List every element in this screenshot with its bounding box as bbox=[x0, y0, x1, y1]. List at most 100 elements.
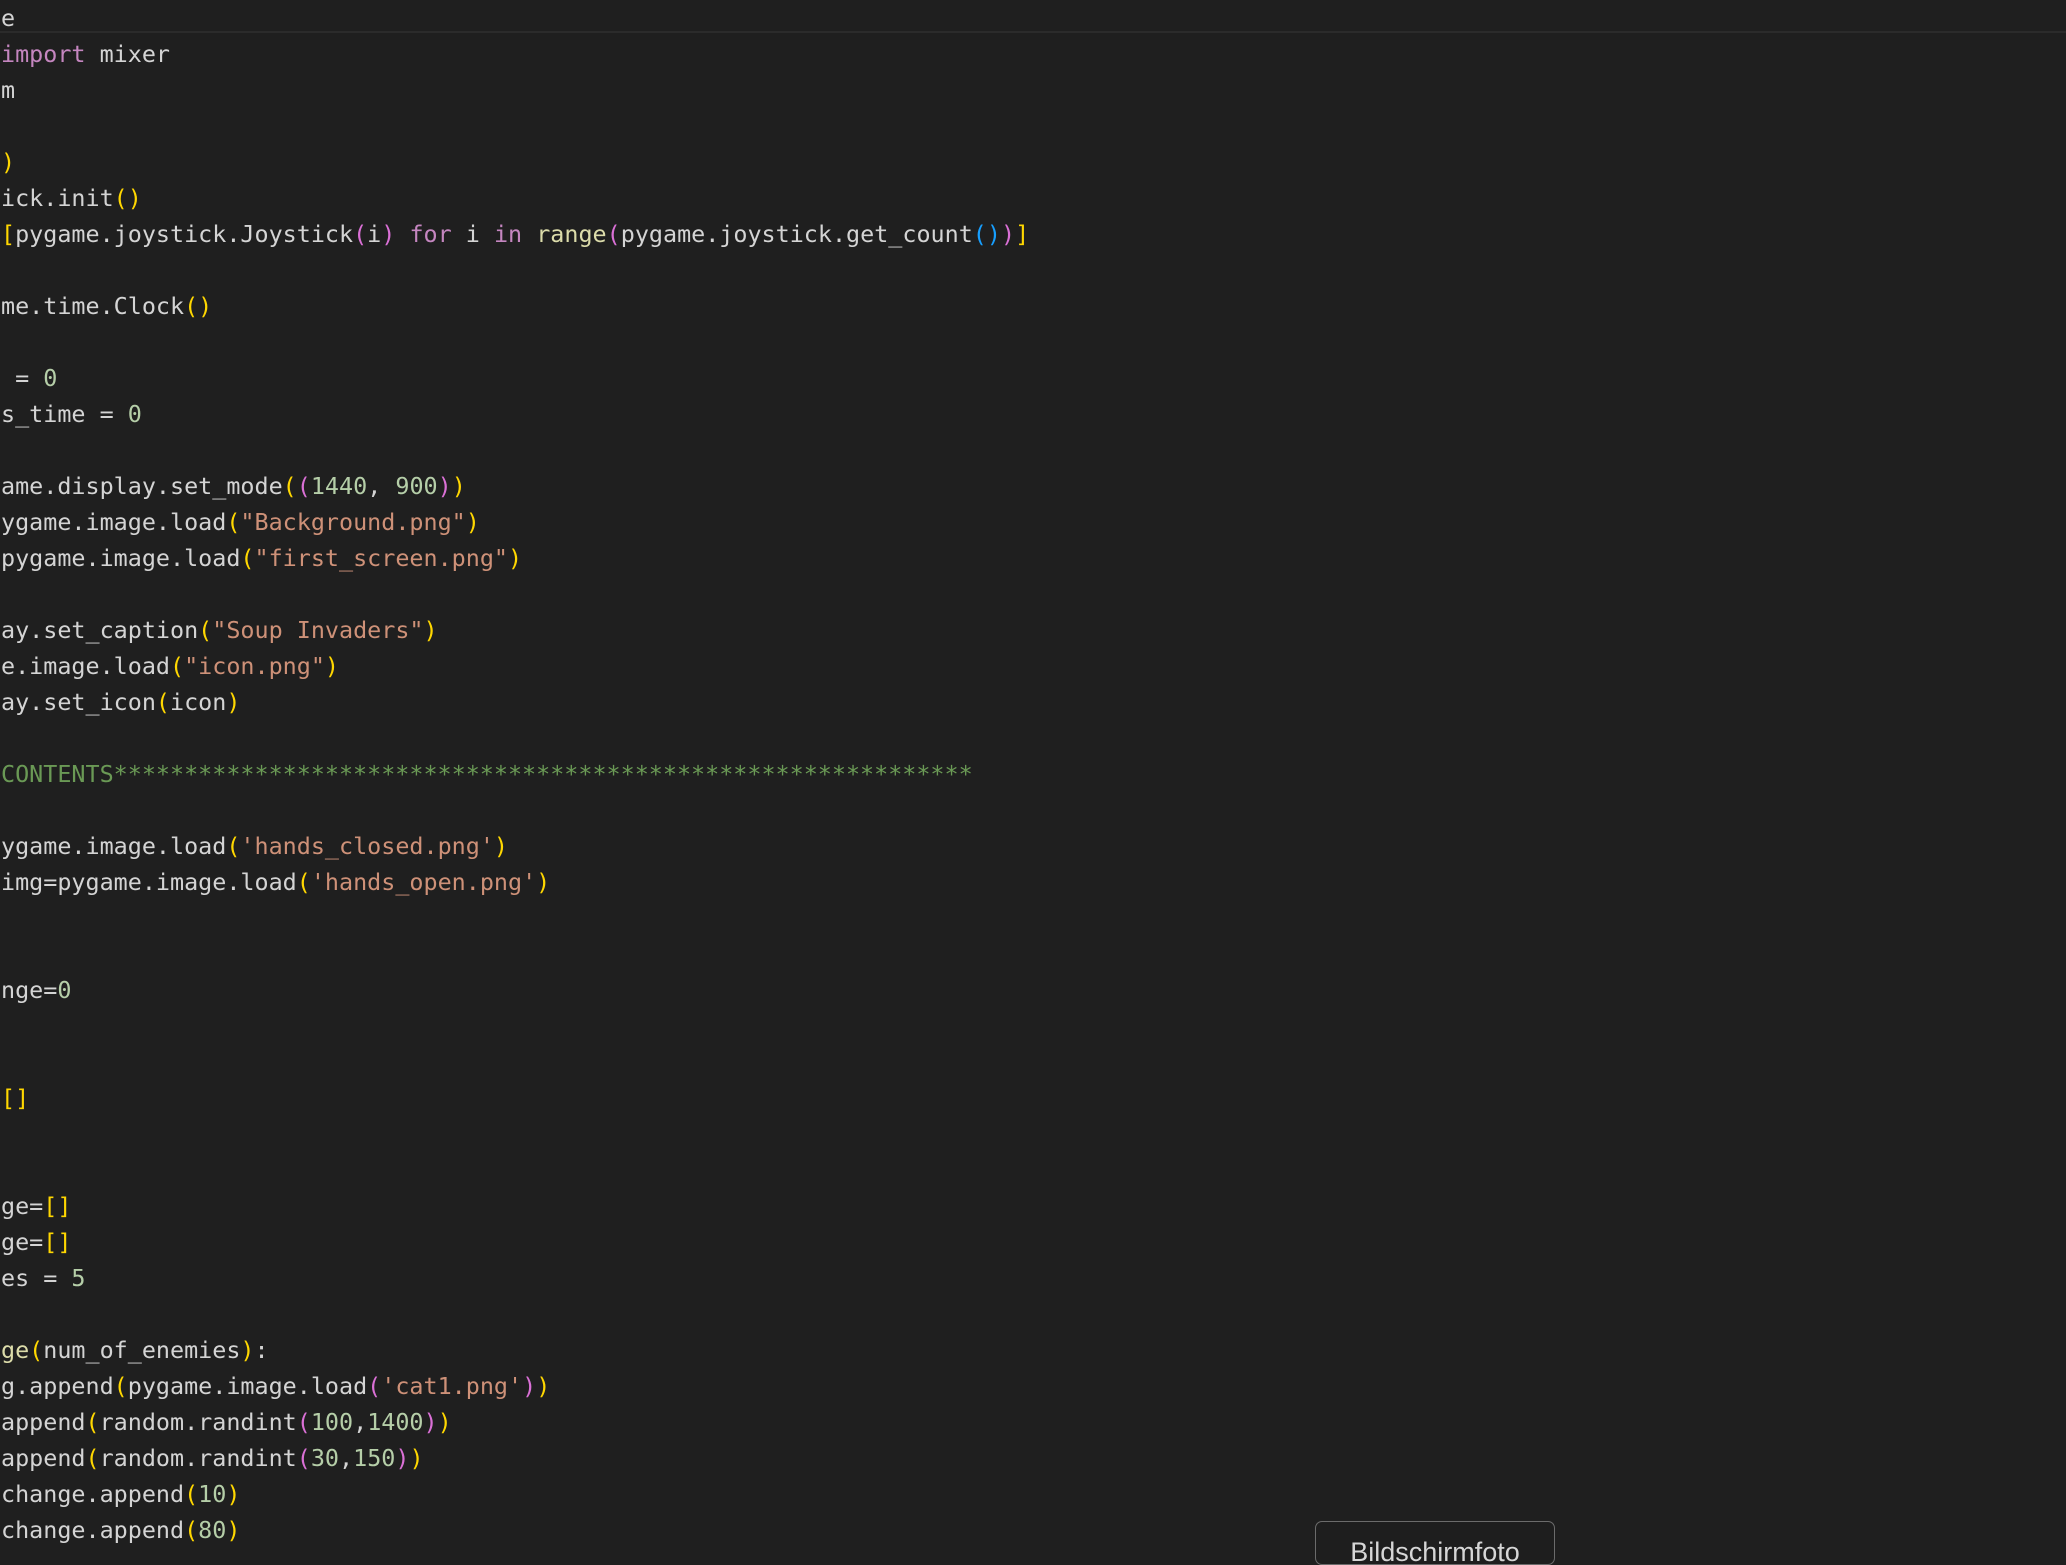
code-line[interactable]: ge=[] bbox=[1, 1224, 2061, 1260]
code-line[interactable]: s_time = 0 bbox=[1, 396, 2061, 432]
code-token: change.append bbox=[1, 1516, 185, 1544]
code-line[interactable]: change.append(80) bbox=[1, 1512, 2061, 1548]
code-token: ) bbox=[507, 544, 523, 572]
code-line[interactable]: ge=[] bbox=[1, 1188, 2061, 1224]
code-token: ) bbox=[1000, 220, 1016, 248]
code-token: import bbox=[1, 40, 86, 68]
code-token: 'hands_open.png' bbox=[310, 868, 537, 896]
code-token: m bbox=[1, 76, 16, 104]
code-line[interactable]: CONTENTS********************************… bbox=[1, 756, 2061, 792]
code-token: ) bbox=[1, 148, 16, 176]
code-token: random.randint bbox=[99, 1408, 297, 1436]
code-token: ) bbox=[324, 652, 340, 680]
code-line[interactable]: ame.display.set_mode((1440, 900)) bbox=[1, 468, 2061, 504]
code-line[interactable]: ygame.image.load('hands_closed.png') bbox=[1, 828, 2061, 864]
code-line[interactable] bbox=[1, 432, 2061, 468]
code-line[interactable] bbox=[1, 1116, 2061, 1152]
code-line[interactable]: ) bbox=[1, 144, 2061, 180]
code-token: ) bbox=[437, 472, 452, 500]
code-editor[interactable]: e import mixer m) ick.init() [pygame.joystic… bbox=[0, 0, 2066, 1550]
code-line[interactable]: import mixer bbox=[1, 36, 2061, 72]
code-line[interactable] bbox=[1, 324, 2061, 360]
code-token: ( bbox=[198, 616, 213, 644]
code-token: ) bbox=[522, 1372, 537, 1400]
code-area[interactable]: e import mixer m) ick.init() [pygame.joystic… bbox=[1, 0, 2061, 1548]
code-line[interactable]: ick.init() bbox=[1, 180, 2061, 216]
code-line[interactable]: ay.set_caption("Soup Invaders") bbox=[1, 612, 2061, 648]
code-line[interactable]: g.append(pygame.image.load('cat1.png')) bbox=[1, 1368, 2061, 1404]
code-token: ) bbox=[423, 1408, 438, 1436]
code-line[interactable]: img=pygame.image.load('hands_open.png') bbox=[1, 864, 2061, 900]
code-token: ick.init bbox=[1, 184, 114, 212]
code-line[interactable]: ay.set_icon(icon) bbox=[1, 684, 2061, 720]
code-line[interactable] bbox=[1, 108, 2061, 144]
code-token: ) bbox=[493, 832, 508, 860]
code-line[interactable]: m bbox=[1, 72, 2061, 108]
code-token: ygame.image.load bbox=[1, 508, 227, 536]
code-token: mixer bbox=[85, 40, 170, 68]
code-token: img=pygame.image.load bbox=[1, 868, 297, 896]
code-line[interactable] bbox=[1, 900, 2061, 936]
code-line[interactable] bbox=[1, 576, 2061, 612]
code-token: for bbox=[409, 220, 452, 248]
code-token: ( bbox=[240, 544, 255, 572]
code-token: 0 bbox=[57, 976, 72, 1004]
code-line[interactable]: = 0 bbox=[1, 360, 2061, 396]
code-line[interactable]: append(random.randint(30,150)) bbox=[1, 1440, 2061, 1476]
code-token: num_of_enemies bbox=[43, 1336, 241, 1364]
code-token: 150 bbox=[353, 1444, 396, 1472]
code-token: pygame.joystick.Joystick bbox=[15, 220, 354, 248]
code-token: 30 bbox=[310, 1444, 340, 1472]
code-token: ) bbox=[381, 220, 396, 248]
code-token: ( bbox=[155, 688, 170, 716]
code-token: 80 bbox=[198, 1516, 227, 1544]
code-token: in bbox=[493, 220, 523, 248]
code-line[interactable]: nge=0 bbox=[1, 972, 2061, 1008]
code-token: = bbox=[1, 364, 44, 392]
code-line[interactable]: change.append(10) bbox=[1, 1476, 2061, 1512]
code-line[interactable]: pygame.image.load("first_screen.png") bbox=[1, 540, 2061, 576]
code-token: pygame.image.load bbox=[1, 544, 241, 572]
code-token: ( bbox=[226, 508, 241, 536]
code-line[interactable] bbox=[1, 792, 2061, 828]
code-token: : bbox=[254, 1336, 269, 1364]
code-line[interactable]: ge(num_of_enemies): bbox=[1, 1332, 2061, 1368]
code-token: CONTENTS********************************… bbox=[1, 760, 973, 788]
code-token: () bbox=[972, 220, 1001, 248]
code-line[interactable] bbox=[1, 1296, 2061, 1332]
code-line[interactable] bbox=[1, 936, 2061, 972]
code-token: range bbox=[536, 220, 607, 248]
code-token: ay.set_caption bbox=[1, 616, 199, 644]
screenshot-thumbnail-label[interactable]: Bildschirmfoto bbox=[1315, 1521, 1555, 1565]
code-line[interactable]: e bbox=[1, 0, 2061, 36]
code-token: e bbox=[1, 4, 16, 32]
code-token: ) bbox=[423, 616, 438, 644]
code-token: [] bbox=[43, 1192, 72, 1220]
code-line[interactable] bbox=[1, 1008, 2061, 1044]
code-line[interactable] bbox=[1, 252, 2061, 288]
code-token: ge bbox=[1, 1336, 30, 1364]
code-token: ( bbox=[29, 1336, 44, 1364]
code-line[interactable]: [] bbox=[1, 1080, 2061, 1116]
code-token: ( bbox=[184, 1480, 199, 1508]
code-line[interactable]: [pygame.joystick.Joystick(i) for i in ra… bbox=[1, 216, 2061, 252]
code-line[interactable]: es = 5 bbox=[1, 1260, 2061, 1296]
code-line[interactable]: ygame.image.load("Background.png") bbox=[1, 504, 2061, 540]
code-token: [] bbox=[1, 1084, 30, 1112]
code-token: g.append bbox=[1, 1372, 114, 1400]
code-token: ) bbox=[395, 1444, 410, 1472]
code-line[interactable]: me.time.Clock() bbox=[1, 288, 2061, 324]
code-token: ( bbox=[296, 472, 311, 500]
code-line[interactable]: append(random.randint(100,1400)) bbox=[1, 1404, 2061, 1440]
code-token: 100 bbox=[310, 1408, 354, 1436]
code-token: ame.display.set_mode bbox=[1, 472, 283, 500]
code-line[interactable] bbox=[1, 1044, 2061, 1080]
code-line[interactable] bbox=[1, 720, 2061, 756]
code-token: 0 bbox=[127, 400, 142, 428]
code-token: 1440 bbox=[310, 472, 368, 500]
code-token: ] bbox=[1015, 220, 1030, 248]
code-line[interactable] bbox=[1, 1152, 2061, 1188]
code-line[interactable]: e.image.load("icon.png") bbox=[1, 648, 2061, 684]
code-token: ( bbox=[296, 1444, 311, 1472]
code-token: 0 bbox=[43, 364, 58, 392]
